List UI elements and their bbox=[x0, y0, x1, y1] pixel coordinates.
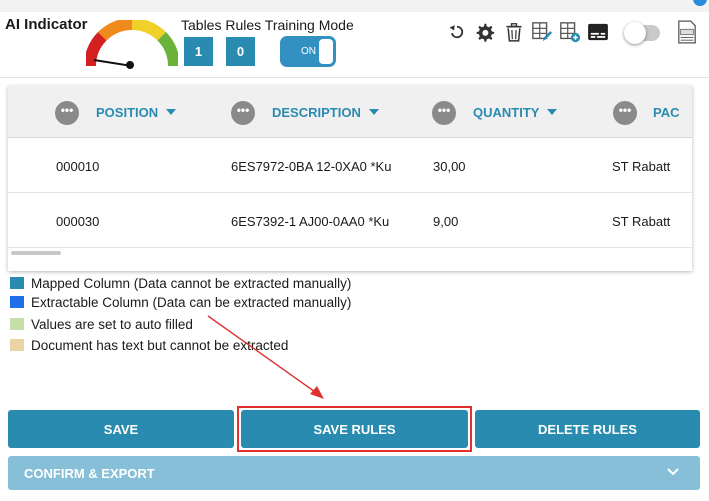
annotation-arrow bbox=[207, 315, 324, 399]
undo-icon[interactable] bbox=[446, 21, 468, 43]
column-menu-icon[interactable]: ••• bbox=[55, 101, 79, 125]
legend-swatch bbox=[10, 339, 24, 351]
column-header-pac[interactable]: PAC bbox=[653, 105, 679, 120]
rules-count: 0 bbox=[226, 37, 255, 66]
cell-quantity[interactable]: 30,00 bbox=[433, 159, 466, 174]
training-mode-state: ON bbox=[301, 46, 316, 57]
column-header-description[interactable]: DESCRIPTION bbox=[272, 105, 379, 120]
cell-pac[interactable]: ST Rabatt bbox=[612, 159, 670, 174]
ai-gauge bbox=[86, 20, 178, 69]
cell-quantity[interactable]: 9,00 bbox=[433, 214, 458, 229]
legend-item-extractable: Extractable Column (Data can be extracte… bbox=[10, 293, 351, 311]
legend-item-auto-filled: Values are set to auto filled bbox=[10, 315, 193, 333]
subtitles-icon[interactable] bbox=[586, 21, 610, 43]
ocr-icon[interactable] bbox=[676, 20, 698, 44]
training-mode-toggle[interactable]: ON bbox=[280, 36, 336, 67]
table-row[interactable]: 000010 6ES7972-0BA 12-0XA0 *Ku 30,00 ST … bbox=[8, 138, 692, 193]
legend-label: Extractable Column (Data can be extracte… bbox=[31, 294, 352, 310]
settings-icon[interactable] bbox=[473, 21, 495, 43]
table-add-icon[interactable] bbox=[559, 21, 581, 43]
column-header-quantity[interactable]: QUANTITY bbox=[473, 105, 558, 120]
cell-position[interactable]: 000030 bbox=[56, 214, 99, 229]
column-header-position[interactable]: POSITION bbox=[96, 105, 177, 120]
column-menu-icon[interactable]: ••• bbox=[432, 101, 456, 125]
column-menu-icon[interactable]: ••• bbox=[231, 101, 255, 125]
toggle-switch[interactable] bbox=[624, 22, 660, 44]
legend-label: Values are set to auto filled bbox=[31, 316, 193, 332]
toggle-knob bbox=[319, 39, 333, 64]
sort-caret-icon[interactable] bbox=[166, 109, 177, 115]
sort-caret-icon[interactable] bbox=[547, 109, 558, 115]
table-row[interactable]: 000030 6ES7392-1 AJ00-0AA0 *Ku 9,00 ST R… bbox=[8, 193, 692, 248]
toggle-switch-knob bbox=[624, 22, 646, 44]
ai-indicator-label: AI Indicator bbox=[5, 16, 88, 33]
highlight-box bbox=[237, 406, 472, 452]
column-menu-icon[interactable]: ••• bbox=[613, 101, 637, 125]
legend-label: Mapped Column (Data cannot be extracted … bbox=[31, 275, 352, 291]
cell-position[interactable]: 000010 bbox=[56, 159, 99, 174]
horizontal-scrollbar[interactable] bbox=[11, 251, 61, 255]
cell-description[interactable]: 6ES7972-0BA 12-0XA0 *Ku bbox=[231, 159, 391, 174]
delete-rules-button[interactable]: DELETE RULES bbox=[475, 410, 700, 448]
tables-count: 1 bbox=[184, 37, 213, 66]
table-edit-icon[interactable] bbox=[531, 21, 553, 43]
cell-description[interactable]: 6ES7392-1 AJ00-0AA0 *Ku bbox=[231, 214, 389, 229]
chevron-down-icon[interactable] bbox=[666, 465, 680, 479]
save-button[interactable]: SAVE bbox=[8, 410, 234, 448]
confirm-export-label: CONFIRM & EXPORT bbox=[24, 465, 155, 481]
legend-item-mapped: Mapped Column (Data cannot be extracted … bbox=[10, 274, 351, 292]
header-toolbar: AI Indicator Tables Rules Training Mode … bbox=[0, 0, 709, 78]
legend-swatch bbox=[10, 296, 24, 308]
stats-label: Tables Rules Training Mode bbox=[181, 17, 354, 33]
top-strip bbox=[0, 0, 709, 12]
trash-icon[interactable] bbox=[503, 21, 525, 43]
legend-swatch bbox=[10, 318, 24, 330]
legend-swatch bbox=[10, 277, 24, 289]
notification-dot[interactable] bbox=[693, 0, 707, 6]
extraction-table: ••• POSITION ••• DESCRIPTION ••• QUANTIT… bbox=[8, 86, 692, 271]
cell-pac[interactable]: ST Rabatt bbox=[612, 214, 670, 229]
table-header: ••• POSITION ••• DESCRIPTION ••• QUANTIT… bbox=[8, 86, 692, 138]
confirm-export-bar[interactable]: CONFIRM & EXPORT bbox=[8, 456, 700, 490]
sort-caret-icon[interactable] bbox=[368, 109, 379, 115]
